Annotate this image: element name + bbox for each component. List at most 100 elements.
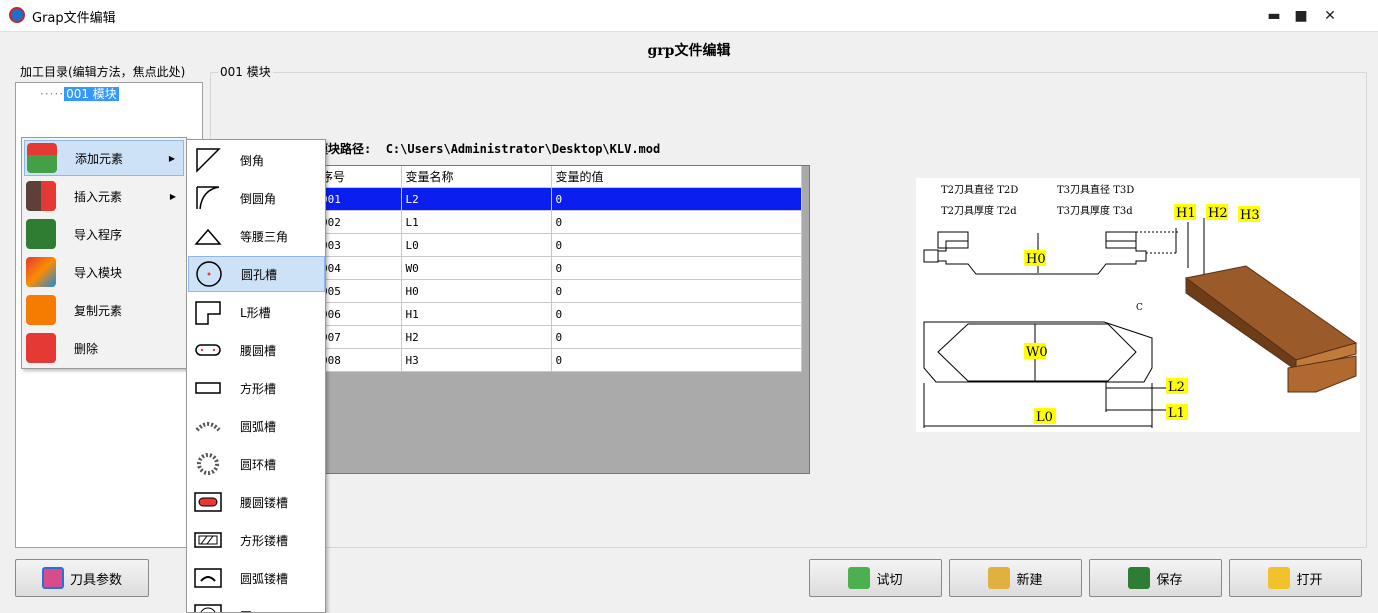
cell-index[interactable]: 003	[317, 233, 402, 257]
cell-value[interactable]: 0	[551, 210, 802, 234]
maximize-button[interactable]: ■	[1287, 6, 1315, 26]
table-row[interactable]: 007 H2 0	[317, 325, 802, 349]
open-folder-icon	[1268, 567, 1291, 589]
column-header-index[interactable]: 序号	[317, 166, 402, 188]
import-program-icon	[26, 219, 56, 249]
diagram-text-t3d: T3刀具直径 T3D	[1057, 183, 1134, 196]
cell-value[interactable]: 0	[551, 348, 802, 372]
menu-item-copy-element[interactable]: 复制元素	[24, 292, 184, 328]
column-header-name[interactable]: 变量名称	[401, 166, 552, 188]
close-button[interactable]: ✕	[1316, 6, 1344, 26]
submenu-item-circle-through[interactable]: 圆	[188, 598, 325, 612]
cell-value[interactable]: 0	[551, 187, 802, 211]
add-element-submenu: 倒角 倒圆角 等腰三角 圆孔槽 L形槽 腰圆槽 方形槽 圆弧槽 圆环槽 腰圆镂槽…	[186, 139, 326, 613]
table-row[interactable]: 005 H0 0	[317, 279, 802, 303]
submenu-item-label: 方形镂槽	[240, 533, 289, 548]
label-h2: H2	[1208, 206, 1228, 221]
submenu-item-label: 倒角	[240, 153, 265, 168]
menu-item-add-element[interactable]: 添加元素 ▶	[24, 140, 184, 176]
triangle-icon	[194, 228, 222, 245]
submenu-item-l-slot[interactable]: L形槽	[188, 294, 325, 330]
variable-grid[interactable]: 序号 变量名称 变量的值 001 L2 0 002 L1 0 003 L0 0 004 W0 0 005…	[316, 165, 810, 474]
trial-cut-button[interactable]: 试切	[809, 559, 942, 597]
menu-item-import-program[interactable]: 导入程序	[24, 216, 184, 252]
submenu-item-ring-slot[interactable]: 圆环槽	[188, 446, 325, 482]
diagram-text-t2t: T2刀具厚度 T2d	[941, 204, 1017, 217]
submenu-item-label: 腰圆镂槽	[240, 495, 289, 510]
fillet-icon	[196, 186, 220, 210]
submenu-item-oblong-through[interactable]: 腰圆镂槽	[188, 484, 325, 520]
submenu-item-round-hole[interactable]: 圆孔槽	[188, 256, 325, 292]
submenu-item-label: 倒圆角	[240, 191, 277, 206]
menu-item-delete[interactable]: 删除	[24, 330, 184, 366]
add-element-icon	[27, 143, 57, 173]
rect-through-icon	[194, 532, 222, 548]
new-button[interactable]: 新建	[949, 559, 1082, 597]
submenu-item-arc-slot[interactable]: 圆弧槽	[188, 408, 325, 444]
label-l1: L1	[1168, 406, 1185, 421]
cell-name[interactable]: L0	[401, 233, 552, 257]
cell-index[interactable]: 004	[317, 256, 402, 280]
cell-index[interactable]: 006	[317, 302, 402, 326]
label-c: C	[1136, 303, 1143, 313]
cell-index[interactable]: 008	[317, 348, 402, 372]
cell-index[interactable]: 007	[317, 325, 402, 349]
menu-item-insert-element[interactable]: 插入元素 ▶	[24, 178, 184, 214]
menu-item-label: 删除	[74, 341, 99, 356]
cell-index[interactable]: 001	[317, 187, 402, 211]
column-header-value[interactable]: 变量的值	[551, 166, 802, 188]
table-row[interactable]: 001 L2 0	[317, 187, 802, 211]
cell-value[interactable]: 0	[551, 279, 802, 303]
cell-name[interactable]: H3	[401, 348, 552, 372]
cell-index[interactable]: 005	[317, 279, 402, 303]
open-button[interactable]: 打开	[1229, 559, 1362, 597]
cell-name[interactable]: L1	[401, 210, 552, 234]
table-row[interactable]: 002 L1 0	[317, 210, 802, 234]
submenu-arrow-icon: ▶	[168, 153, 175, 163]
app-icon	[9, 7, 25, 23]
cell-name[interactable]: L2	[401, 187, 552, 211]
table-row[interactable]: 004 W0 0	[317, 256, 802, 280]
cell-value[interactable]: 0	[551, 256, 802, 280]
submenu-item-oblong-slot[interactable]: 腰圆槽	[188, 332, 325, 368]
submenu-item-label: L形槽	[240, 305, 271, 320]
table-row[interactable]: 008 H3 0	[317, 348, 802, 372]
cell-value[interactable]: 0	[551, 302, 802, 326]
table-row[interactable]: 003 L0 0	[317, 233, 802, 257]
diagram-drawing: T2刀具直径 T2D T3刀具直径 T3D T2刀具厚度 T2d T3刀具厚度 …	[923, 183, 1358, 428]
submenu-item-arc-through[interactable]: 圆弧镂槽	[188, 560, 325, 596]
save-button[interactable]: 保存	[1089, 559, 1222, 597]
cell-name[interactable]: H2	[401, 325, 552, 349]
l-slot-icon	[195, 301, 221, 325]
submenu-item-chamfer[interactable]: 倒角	[188, 142, 325, 178]
submenu-item-isosceles-triangle[interactable]: 等腰三角	[188, 218, 325, 254]
submenu-item-rect-slot[interactable]: 方形槽	[188, 370, 325, 406]
tool-params-button[interactable]: 刀具参数	[15, 559, 149, 597]
cell-name[interactable]: W0	[401, 256, 552, 280]
trial-cut-icon	[848, 567, 871, 589]
trash-icon	[26, 333, 56, 363]
cell-value[interactable]: 0	[551, 325, 802, 349]
cell-value[interactable]: 0	[551, 233, 802, 257]
table-row[interactable]: 006 H1 0	[317, 302, 802, 326]
submenu-item-fillet[interactable]: 倒圆角	[188, 180, 325, 216]
cell-name[interactable]: H1	[401, 302, 552, 326]
cell-index[interactable]: 002	[317, 210, 402, 234]
oblong-through-icon	[194, 492, 222, 512]
submenu-item-rect-through[interactable]: 方形镂槽	[188, 522, 325, 558]
title-bar: Grap文件编辑 ▬ ■ ✕	[0, 0, 1378, 32]
module-diagram: T2刀具直径 T2D T3刀具直径 T3D T2刀具厚度 T2d T3刀具厚度 …	[916, 178, 1360, 432]
tree-node-label[interactable]: 001 模块	[64, 87, 119, 101]
menu-item-import-module[interactable]: 导入模块	[24, 254, 184, 290]
tree-connector: ·····	[40, 87, 65, 101]
submenu-item-label: 等腰三角	[240, 229, 289, 244]
tree-node-001[interactable]: ····· 001 模块	[40, 85, 119, 102]
import-module-icon	[26, 257, 56, 287]
label-l0: L0	[1036, 410, 1053, 425]
oblong-slot-icon	[195, 344, 221, 356]
variable-table[interactable]: 序号 变量名称 变量的值 001 L2 0 002 L1 0 003 L0 0 004 W0 0 005…	[317, 166, 802, 372]
page-title: grp文件编辑	[647, 43, 731, 59]
menu-item-label: 复制元素	[74, 303, 123, 318]
cell-name[interactable]: H0	[401, 279, 552, 303]
minimize-button[interactable]: ▬	[1260, 6, 1288, 26]
